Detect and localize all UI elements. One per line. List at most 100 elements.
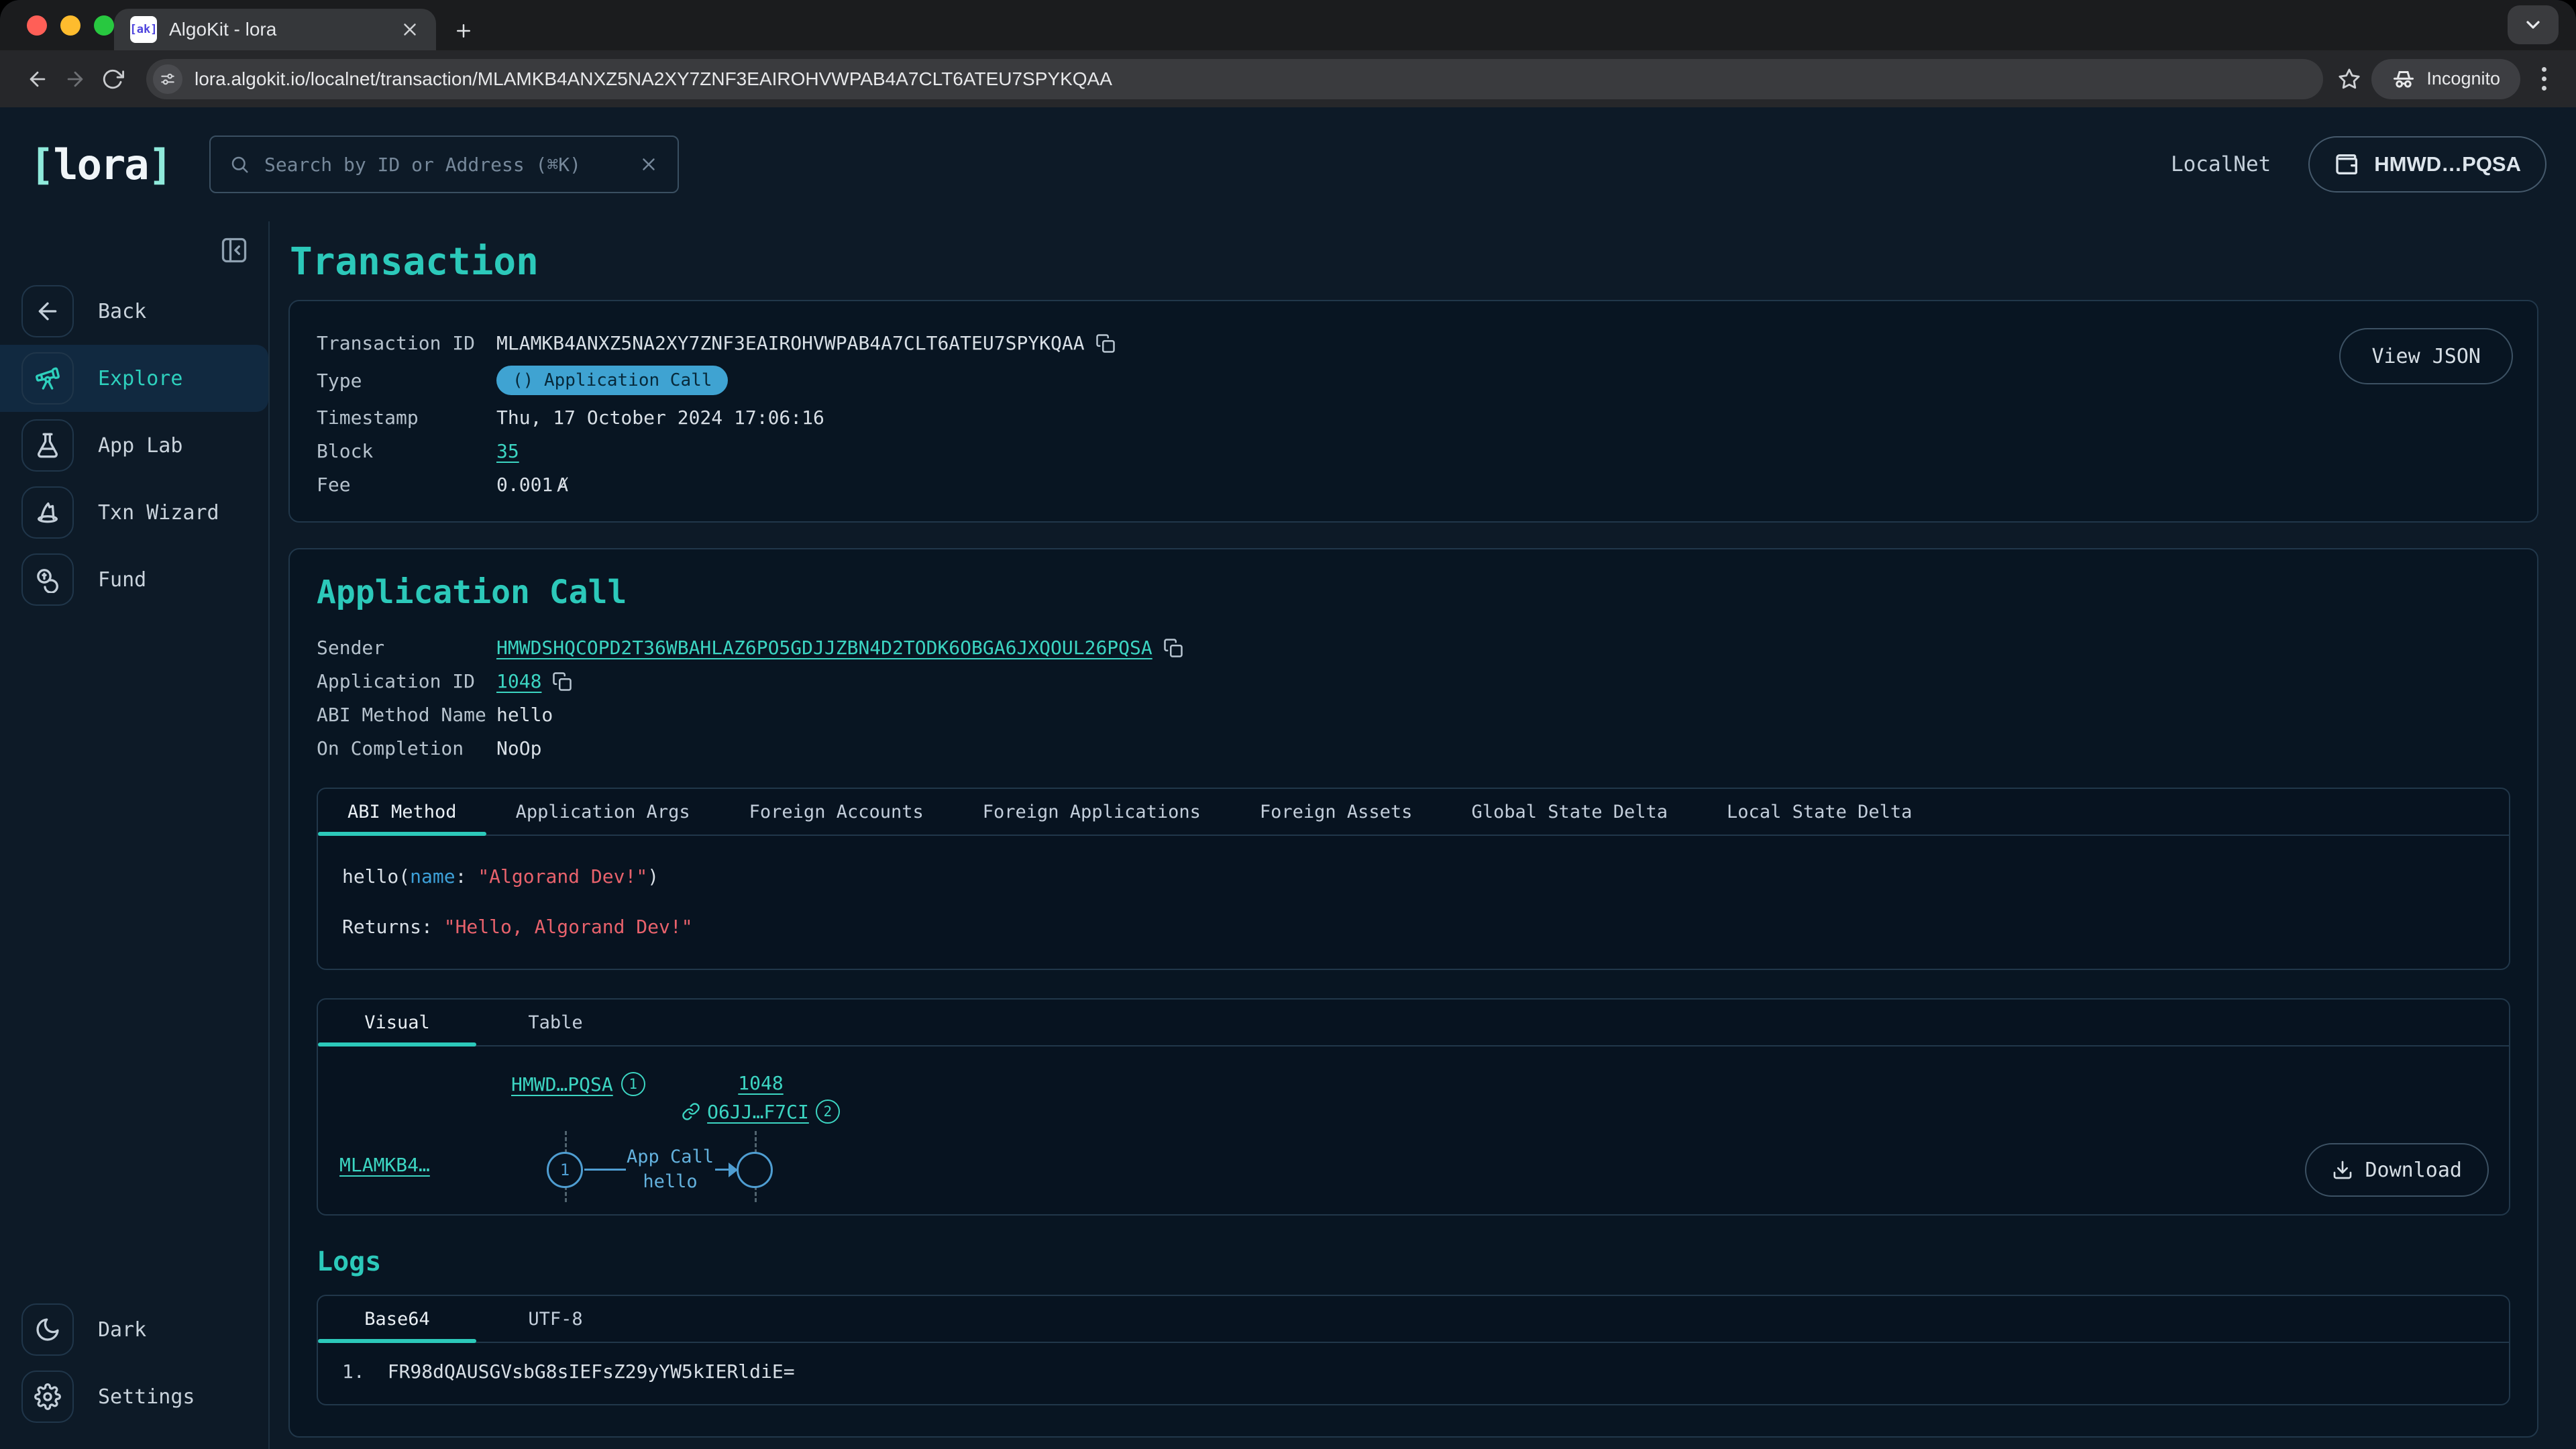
tab-abi-method[interactable]: ABI Method	[318, 789, 486, 835]
wallet-icon	[2334, 151, 2361, 178]
sidebar-item-txn-wizard[interactable]: Txn Wizard	[0, 479, 268, 546]
clear-search-icon[interactable]	[639, 154, 659, 174]
tab-close-icon[interactable]	[400, 19, 420, 40]
visual-tabrow: Visual Table	[318, 1000, 2509, 1046]
fullscreen-window-button[interactable]	[94, 15, 114, 36]
tab-foreign-applications[interactable]: Foreign Applications	[953, 789, 1230, 835]
view-json-button[interactable]: View JSON	[2339, 328, 2513, 384]
tab-local-state-delta[interactable]: Local State Delta	[1697, 789, 1941, 835]
transaction-id-row: Transaction ID MLAMKB4ANXZ5NA2XY7ZNF3EAI…	[317, 332, 2510, 354]
type-row: Type () Application Call	[317, 366, 2510, 395]
flask-icon	[21, 419, 74, 472]
transaction-row-link[interactable]: MLAMKB4…	[339, 1154, 430, 1176]
sidebar-item-label: App Lab	[98, 434, 182, 458]
tab-visual[interactable]: Visual	[318, 1000, 476, 1045]
site-settings-icon[interactable]	[153, 64, 182, 94]
coins-icon	[21, 553, 74, 606]
fee-value: 0.001	[496, 474, 553, 496]
graph-edge-line	[715, 1169, 730, 1171]
on-completion-value: NoOp	[496, 737, 541, 759]
sidebar-item-back[interactable]: Back	[0, 278, 268, 345]
app-body: Back Explore App Lab	[0, 221, 2576, 1449]
copy-icon[interactable]	[1095, 333, 1116, 354]
account-link[interactable]: HMWD…PQSA	[511, 1073, 613, 1095]
sidebar-item-label: Back	[98, 300, 146, 323]
app-header: [lora] LocalNet HMWD…PQSA	[0, 107, 2576, 221]
reload-icon[interactable]	[94, 60, 131, 98]
tab-application-args[interactable]: Application Args	[486, 789, 720, 835]
search-input[interactable]	[264, 154, 624, 176]
toolbar-right: Incognito	[2338, 59, 2557, 99]
block-link[interactable]: 35	[496, 440, 519, 462]
sender-link[interactable]: HMWDSHQCOPD2T36WBAHLAZ6PO5GDJJZBN4D2TODK…	[496, 637, 1152, 659]
field-label: Type	[317, 370, 496, 392]
download-button[interactable]: Download	[2305, 1143, 2489, 1197]
logs-tabrow: Base64 UTF-8	[318, 1296, 2509, 1343]
close-window-button[interactable]	[27, 15, 47, 36]
transaction-summary-card: View JSON Transaction ID MLAMKB4ANXZ5NA2…	[288, 300, 2538, 523]
search-icon	[229, 154, 250, 174]
copy-icon[interactable]	[552, 672, 572, 692]
wallet-button[interactable]: HMWD…PQSA	[2308, 136, 2546, 193]
sidebar-item-label: Dark	[98, 1318, 146, 1342]
graph-application-header: 1048 O6JJ…F7CI 2	[680, 1072, 841, 1124]
bookmark-star-icon[interactable]	[2338, 68, 2361, 91]
new-tab-button[interactable]	[453, 21, 474, 41]
url-bar[interactable]: lora.algokit.io/localnet/transaction/MLA…	[146, 59, 2323, 99]
sidebar-item-app-lab[interactable]: App Lab	[0, 412, 268, 479]
sidebar-item-explore[interactable]: Explore	[0, 345, 268, 412]
field-label: Sender	[317, 637, 496, 659]
sidebar-item-label: Txn Wizard	[98, 501, 219, 525]
app-call-tabrow: ABI Method Application Args Foreign Acco…	[318, 789, 2509, 836]
application-call-title: Application Call	[317, 574, 2510, 611]
lora-logo[interactable]: [lora]	[30, 140, 172, 189]
gear-icon	[21, 1371, 74, 1423]
lora-app: [lora] LocalNet HMWD…PQSA	[0, 107, 2576, 1449]
page-title: Transaction	[290, 240, 2538, 284]
application-id-link[interactable]: 1048	[496, 670, 541, 692]
tab-foreign-accounts[interactable]: Foreign Accounts	[720, 789, 953, 835]
search-box[interactable]	[209, 136, 679, 193]
field-label: Transaction ID	[317, 332, 496, 354]
graph-application-node	[737, 1152, 773, 1188]
copy-icon[interactable]	[1163, 638, 1183, 658]
field-label: Fee	[317, 474, 496, 496]
browser-toolbar: lora.algokit.io/localnet/transaction/MLA…	[0, 50, 2576, 107]
transaction-graph: HMWD…PQSA 1 1048 O6JJ…F7CI 2	[318, 1046, 2509, 1214]
moon-icon	[21, 1303, 74, 1356]
abi-method-row: ABI Method Name hello	[317, 704, 2510, 726]
graph-account-header: HMWD…PQSA 1	[511, 1072, 645, 1096]
on-completion-row: On Completion NoOp	[317, 737, 2510, 759]
field-label: ABI Method Name	[317, 704, 496, 726]
tab-foreign-assets[interactable]: Foreign Assets	[1230, 789, 1442, 835]
download-icon	[2332, 1159, 2353, 1181]
field-label: Timestamp	[317, 407, 496, 429]
back-nav-icon[interactable]	[19, 60, 56, 98]
application-link[interactable]: 1048	[738, 1072, 783, 1094]
tab-utf8[interactable]: UTF-8	[476, 1296, 635, 1342]
group-link[interactable]: O6JJ…F7CI	[707, 1101, 809, 1123]
sidebar-item-fund[interactable]: Fund	[0, 546, 268, 613]
tab-global-state-delta[interactable]: Global State Delta	[1442, 789, 1697, 835]
tab-base64[interactable]: Base64	[318, 1296, 476, 1342]
sidebar-item-label: Settings	[98, 1385, 195, 1409]
log-value: FR98dQAUSGVsbG8sIEFsZ29yYW5kIERldiE=	[388, 1360, 795, 1383]
minimize-window-button[interactable]	[60, 15, 80, 36]
app-call-tabs-box: ABI Method Application Args Foreign Acco…	[317, 788, 2510, 970]
graph-edge-line	[584, 1169, 626, 1171]
abi-signature-line: hello(name: "Algorand Dev!")	[342, 865, 2485, 888]
timestamp-value: Thu, 17 October 2024 17:06:16	[496, 407, 824, 429]
browser-menu-icon[interactable]	[2531, 67, 2557, 91]
abi-method-content: hello(name: "Algorand Dev!") Returns: "H…	[318, 836, 2509, 969]
visual-tabs-box: Visual Table HMWD…PQSA 1 1048	[317, 998, 2510, 1216]
sidebar-item-settings[interactable]: Settings	[0, 1363, 268, 1430]
log-entry: 1. FR98dQAUSGVsbG8sIEFsZ29yYW5kIERldiE=	[318, 1343, 2509, 1404]
sidebar-collapse-icon[interactable]	[216, 232, 252, 268]
tab-table[interactable]: Table	[476, 1000, 635, 1045]
sidebar-item-theme-dark[interactable]: Dark	[0, 1296, 268, 1363]
browser-tab[interactable]: [ak] AlgoKit - lora	[114, 9, 436, 50]
network-label[interactable]: LocalNet	[2171, 152, 2271, 176]
forward-nav-icon[interactable]	[56, 60, 94, 98]
tab-search-chevron-button[interactable]	[2508, 5, 2559, 44]
browser-tabstrip: [ak] AlgoKit - lora	[0, 0, 2576, 50]
